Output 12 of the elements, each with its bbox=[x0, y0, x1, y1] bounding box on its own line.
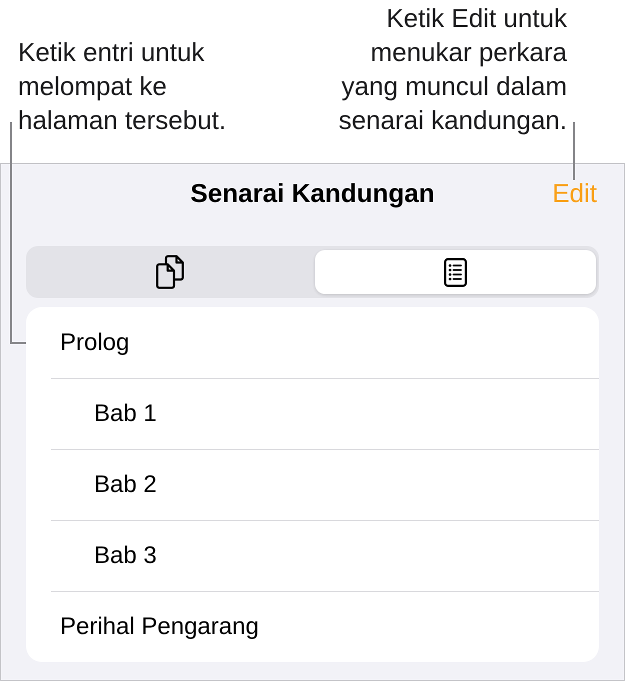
contents-entry[interactable]: Perihal Pengarang bbox=[26, 591, 599, 662]
callout-text: Ketik Edit untuk menukar perkara yang muncul dalam senarai kandungan. bbox=[338, 2, 567, 137]
documents-icon bbox=[156, 255, 184, 289]
list-document-icon bbox=[444, 258, 467, 286]
contents-entry[interactable]: Bab 3 bbox=[26, 520, 599, 591]
panel-title: Senarai Kandungan bbox=[190, 178, 435, 208]
contents-entry[interactable]: Bab 2 bbox=[26, 449, 599, 520]
contents-entry[interactable]: Prolog bbox=[26, 307, 599, 378]
leader-line bbox=[573, 122, 575, 180]
callout-text: Ketik entri untuk melompat ke halaman tersebut. bbox=[18, 36, 228, 137]
view-tab[interactable] bbox=[314, 250, 596, 294]
contents-entry[interactable]: Bab 1 bbox=[26, 378, 599, 449]
